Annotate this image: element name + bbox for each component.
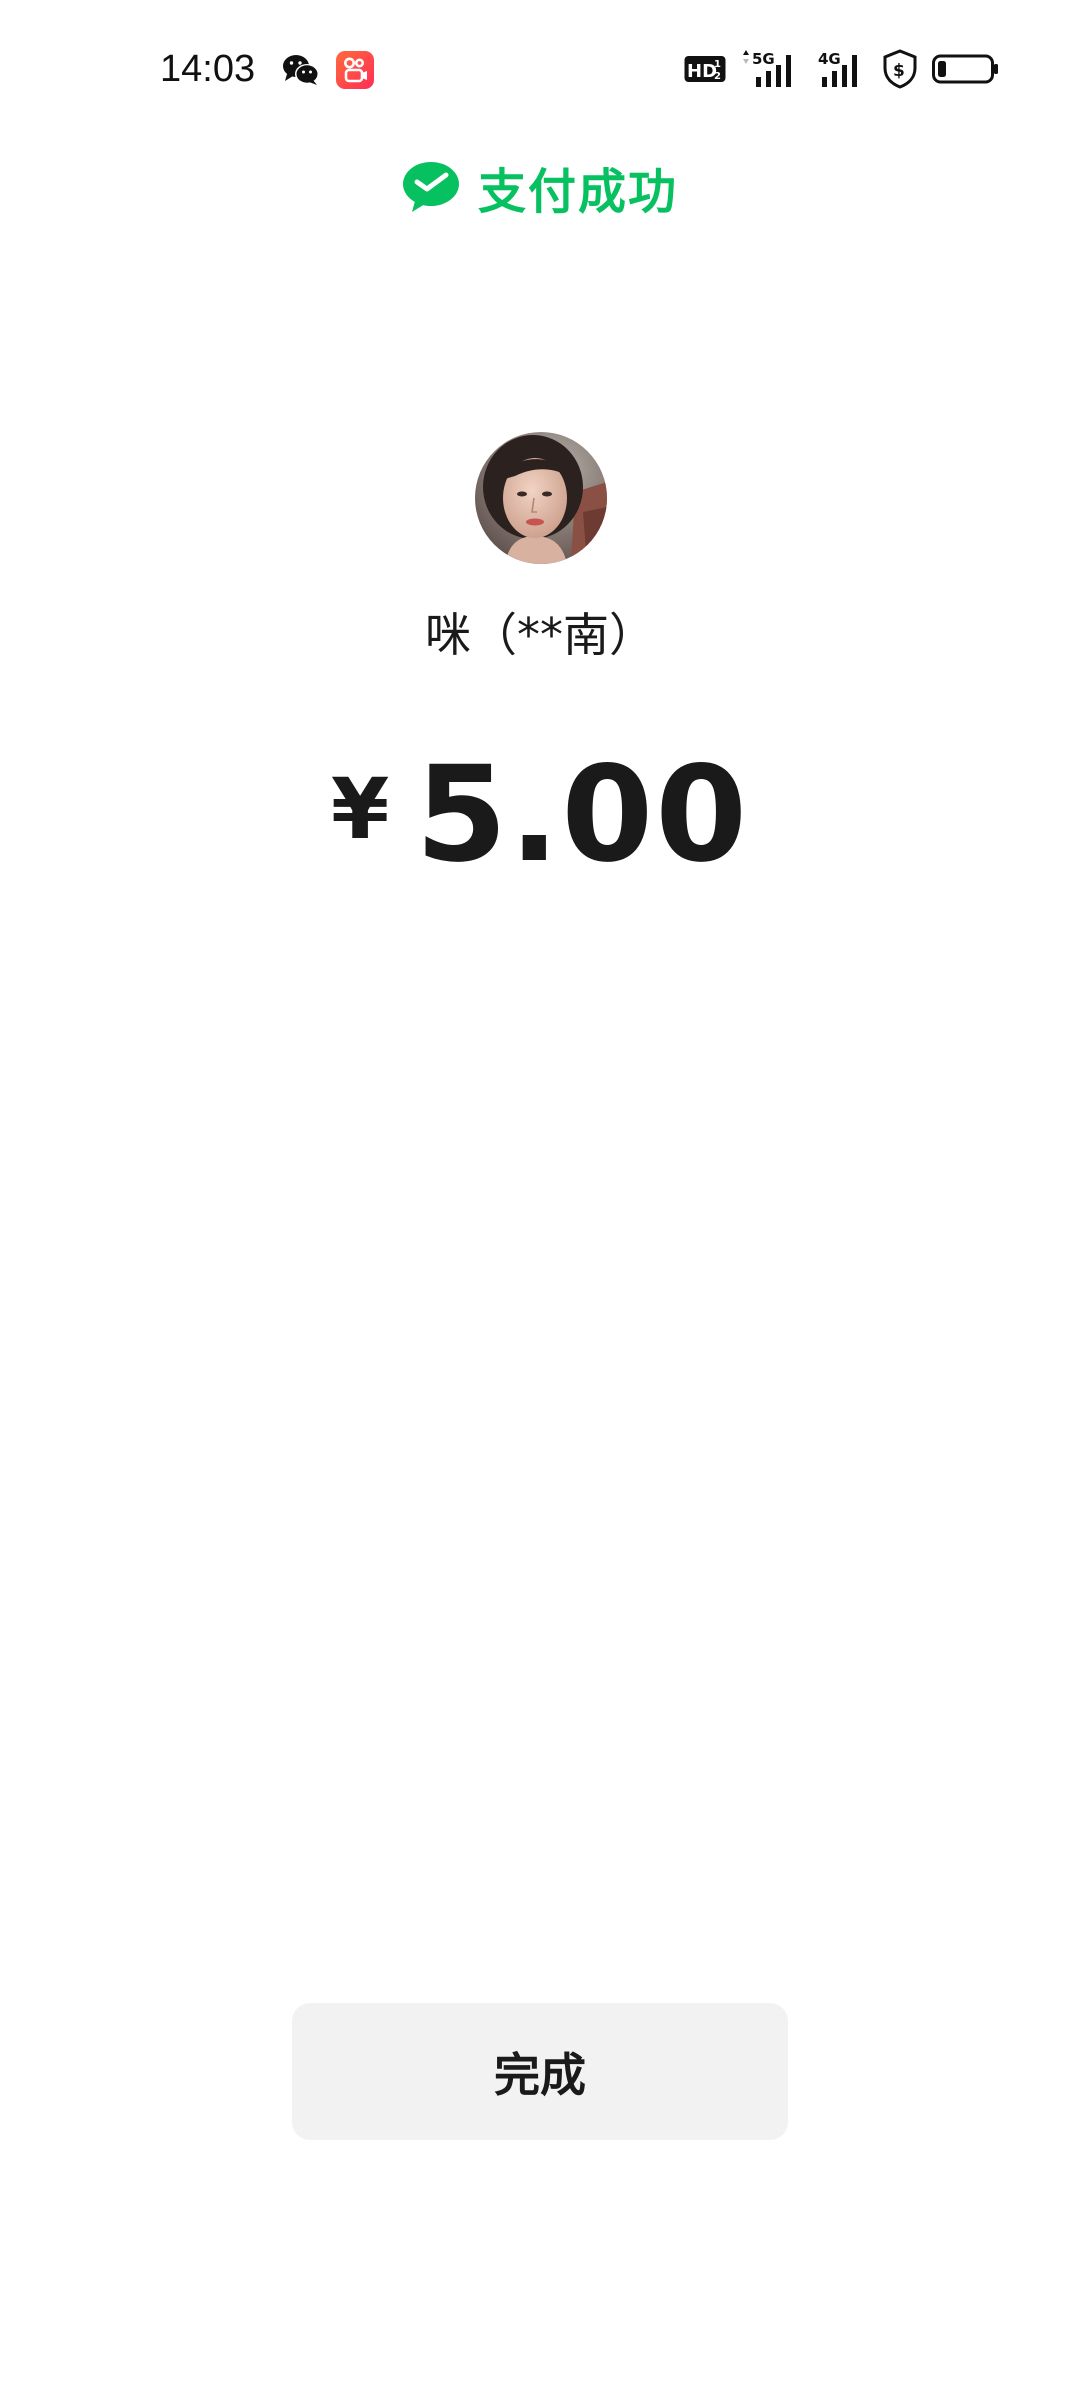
svg-text:2: 2 — [714, 71, 721, 82]
amount-value: 5.00 — [415, 738, 750, 892]
avatar — [475, 432, 607, 564]
payment-amount: ¥ 5.00 — [0, 738, 1080, 892]
wechat-pay-check-icon — [402, 161, 460, 213]
kuaishou-icon — [336, 51, 374, 89]
svg-text:HD: HD — [687, 61, 717, 82]
status-left-icons — [282, 48, 374, 92]
status-right-icons: HD 1 2 5G 4G $ — [684, 46, 1000, 92]
wechat-icon — [282, 53, 320, 87]
svg-text:4G: 4G — [818, 50, 841, 68]
svg-text:1: 1 — [714, 59, 721, 70]
status-bar: 14:03 HD 1 2 5G 4G $ — [0, 0, 1080, 140]
payment-success-title: 支付成功 — [477, 164, 678, 220]
payee-name: 咪（**南） — [425, 608, 655, 662]
svg-text:$: $ — [893, 61, 905, 81]
signal-4g-icon: 4G — [816, 49, 868, 89]
done-button[interactable]: 完成 — [292, 2003, 788, 2140]
signal-5g-icon: 5G — [740, 49, 802, 89]
status-time: 14:03 — [160, 48, 256, 90]
payment-result-header: 支付成功 — [0, 152, 1080, 222]
currency-symbol: ¥ — [330, 760, 390, 858]
shield-dollar-icon: $ — [882, 49, 918, 89]
hd-icon: HD 1 2 — [684, 54, 726, 84]
svg-text:5G: 5G — [752, 50, 775, 68]
battery-icon — [932, 54, 1000, 84]
